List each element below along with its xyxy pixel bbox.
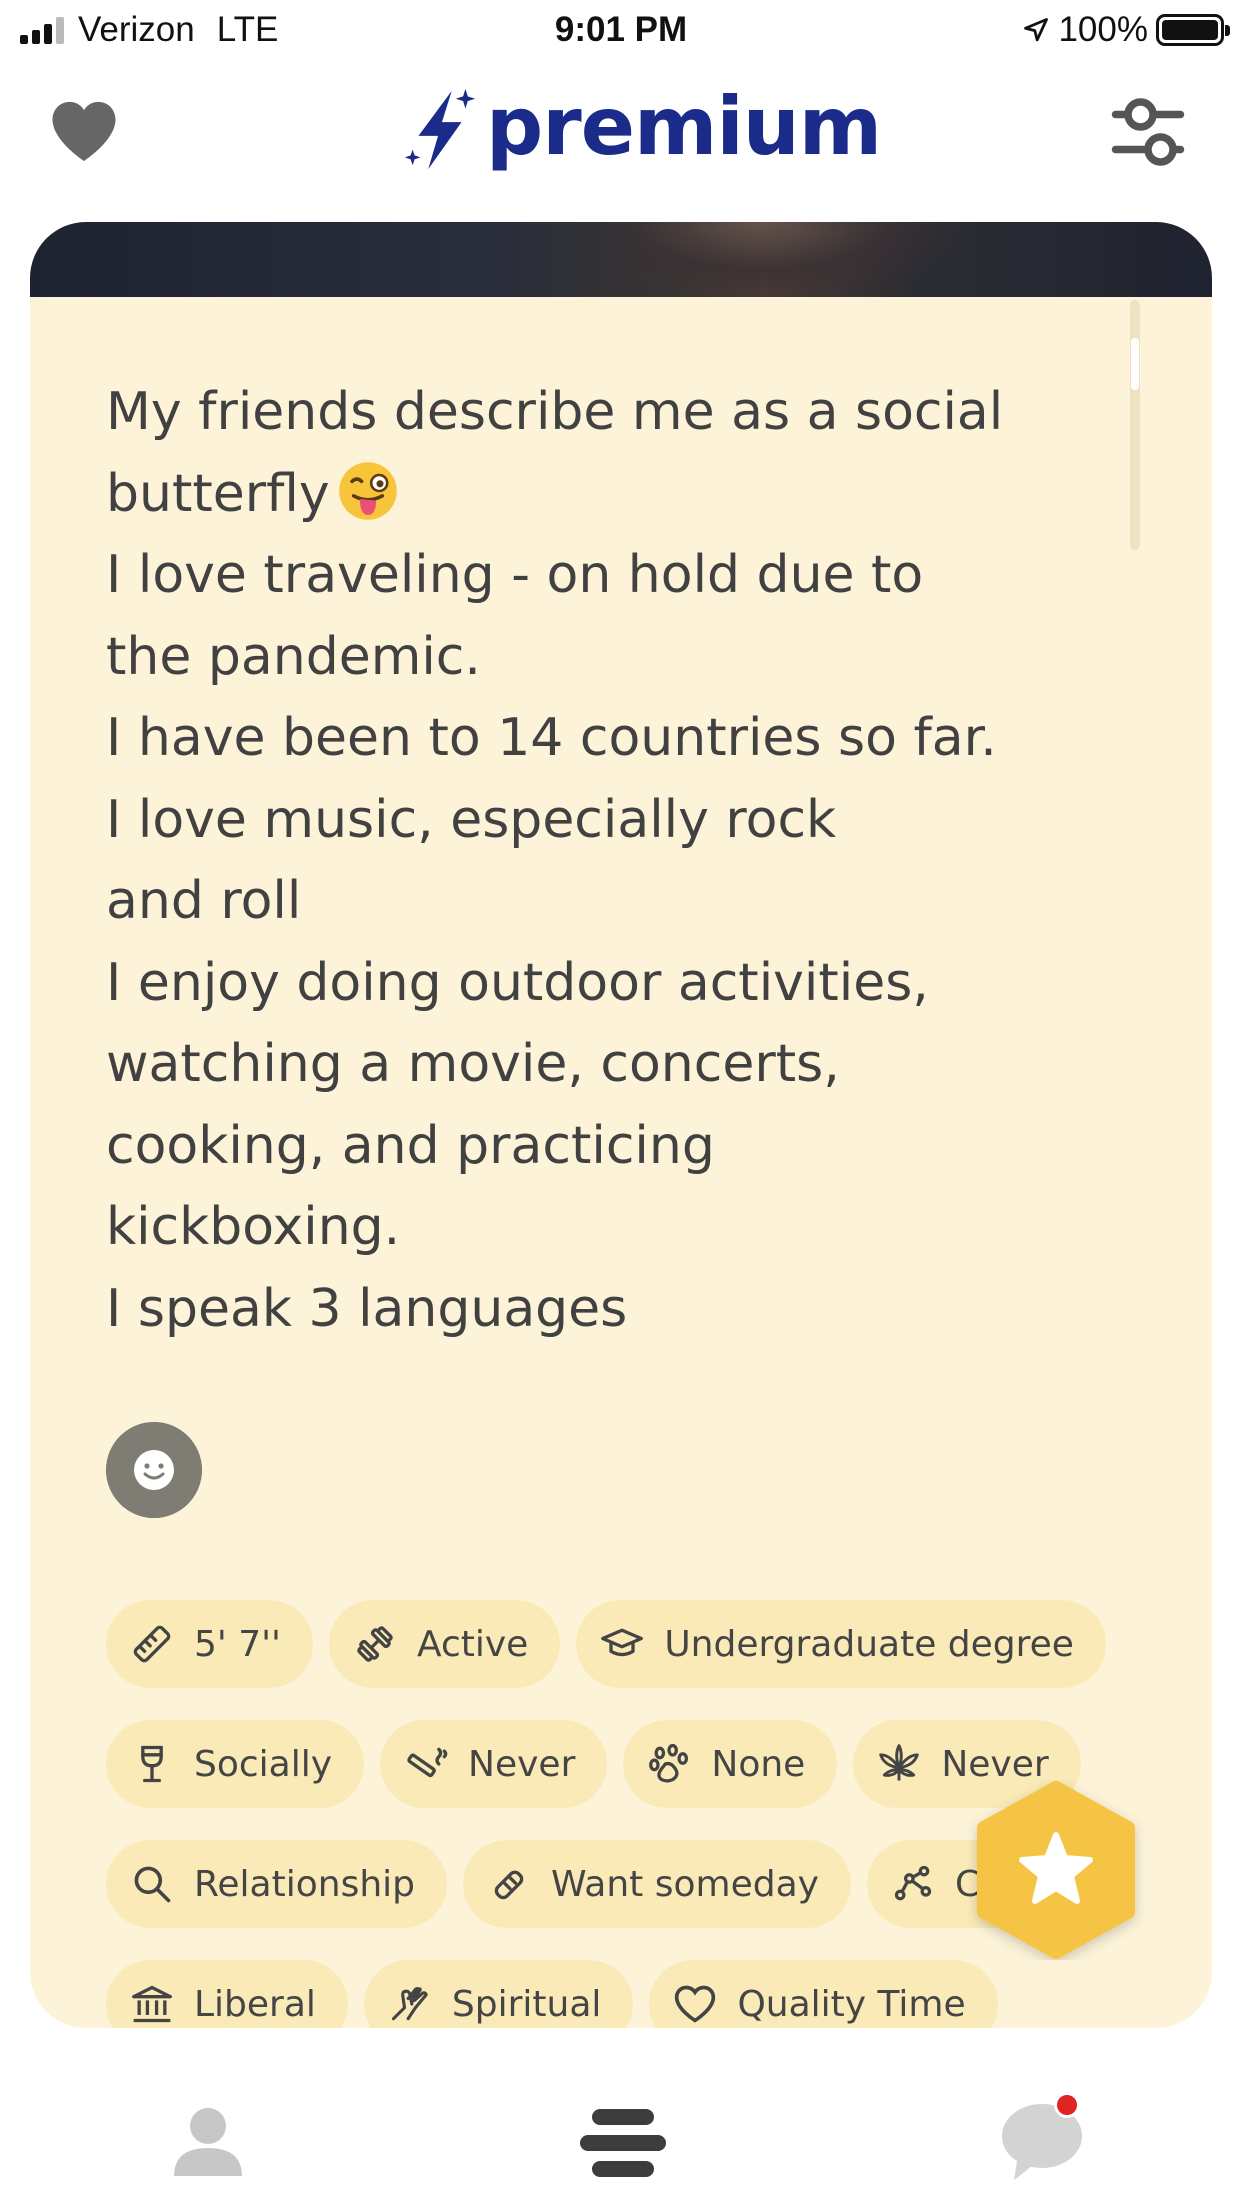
chip-love-language: Quality Time bbox=[649, 1960, 998, 2028]
profile-icon[interactable] bbox=[168, 2100, 248, 2180]
chip-kids: Want someday bbox=[463, 1840, 851, 1928]
location-arrow-icon bbox=[1024, 18, 1049, 42]
bio-line: I love music, especially rock bbox=[106, 789, 837, 850]
chip-row: Relationship Want someday Ca bbox=[106, 1840, 1035, 1928]
bio-line: I have been to 14 countries so far. bbox=[106, 708, 997, 768]
filter-sliders-icon[interactable] bbox=[1110, 92, 1186, 172]
chip-drinking: Socially bbox=[106, 1720, 365, 1808]
top-bar: premium bbox=[0, 70, 1242, 190]
praying-hands-icon bbox=[391, 1987, 428, 2021]
cigarette-icon bbox=[407, 1747, 448, 1778]
profile-photo[interactable] bbox=[30, 222, 1212, 297]
chip-looking-for: Relationship bbox=[106, 1840, 447, 1928]
feed-icon[interactable] bbox=[580, 2105, 666, 2181]
bio-line: I speak 3 languages bbox=[106, 1278, 628, 1339]
ruler-icon bbox=[133, 1625, 171, 1663]
institution-icon bbox=[132, 1985, 172, 2023]
paw-icon bbox=[649, 1743, 689, 1783]
bio-line: kickboxing. bbox=[106, 1197, 401, 1257]
premium-logo-text: premium bbox=[486, 79, 882, 173]
bio-line: and roll bbox=[106, 871, 302, 931]
dumbbell-icon bbox=[357, 1626, 393, 1662]
chip-politics: Liberal bbox=[106, 1960, 348, 2028]
magnifier-icon bbox=[134, 1866, 171, 1903]
chip-pets: None bbox=[623, 1720, 838, 1808]
bio-line: I love traveling - on hold due to bbox=[106, 545, 924, 605]
bio-line: butterfly bbox=[106, 454, 1146, 536]
notification-dot bbox=[1054, 2092, 1080, 2118]
bottom-nav bbox=[0, 2060, 1242, 2208]
smiley-face-icon[interactable] bbox=[106, 1422, 202, 1518]
status-bar: Verizon LTE 9:01 PM 100% bbox=[0, 0, 1242, 64]
bio-line: the pandemic. bbox=[106, 626, 481, 687]
graduation-cap-icon bbox=[601, 1628, 644, 1657]
heart-outline-icon bbox=[675, 1985, 716, 2023]
chip-exercise: Active bbox=[328, 1600, 561, 1688]
sparkle-bolt-icon bbox=[404, 88, 476, 170]
chip-religion: Spiritual bbox=[363, 1960, 634, 2028]
winking-tongue-emoji-icon bbox=[338, 461, 397, 520]
chip-height: 5' 7'' bbox=[106, 1600, 313, 1688]
bio-text: My friends describe me as a social butte… bbox=[106, 372, 1146, 1350]
wine-glass-icon bbox=[141, 1745, 163, 1783]
bio-line: watching a movie, concerts, bbox=[106, 1034, 840, 1094]
chip-education: Undergraduate degree bbox=[576, 1600, 1106, 1688]
bio-line: My friends describe me as a social bbox=[106, 382, 1004, 442]
star-icon[interactable] bbox=[968, 1780, 1144, 1960]
cannabis-leaf-icon bbox=[879, 1744, 920, 1781]
pacifier-icon bbox=[494, 1870, 524, 1900]
heart-icon[interactable] bbox=[48, 98, 120, 164]
chip-row: Socially Never None Never bbox=[106, 1720, 1081, 1808]
profile-card[interactable]: My friends describe me as a social butte… bbox=[30, 222, 1212, 2028]
chip-smoking: Never bbox=[380, 1720, 608, 1808]
chip-row: 5' 7'' Active Undergraduate degree bbox=[106, 1600, 1106, 1688]
premium-logo: premium bbox=[400, 79, 882, 180]
chat-nav-item[interactable] bbox=[996, 2092, 1088, 2184]
bio-line: cooking, and practicing bbox=[106, 1115, 715, 1176]
battery-icon bbox=[1156, 14, 1230, 46]
battery-percent: 100% bbox=[1058, 10, 1148, 49]
chip-row: Liberal Spiritual Quality Time bbox=[106, 1960, 998, 2028]
constellation-icon bbox=[894, 1865, 932, 1901]
bio-line: I enjoy doing outdoor activities, bbox=[106, 952, 929, 1013]
